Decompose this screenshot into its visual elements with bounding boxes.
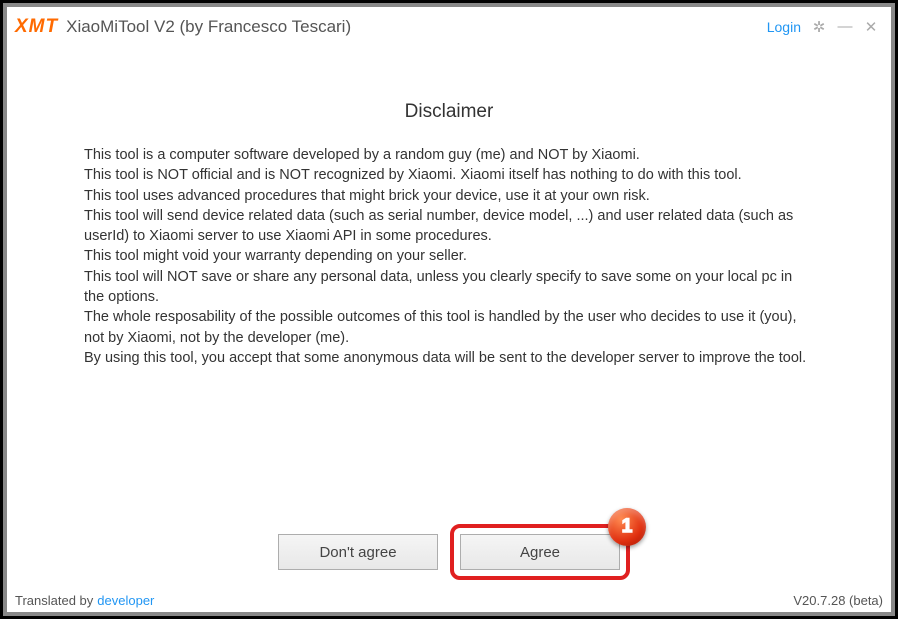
- disclaimer-body: This tool is a computer software develop…: [84, 145, 814, 368]
- app-logo: XMT: [15, 16, 58, 38]
- version-label: V20.7.28 (beta): [793, 593, 883, 608]
- window: XMT XiaoMiTool V2 (by Francesco Tescari)…: [7, 7, 891, 612]
- footer: Translated by developer V20.7.28 (beta): [15, 593, 883, 608]
- content-area: Disclaimer This tool is a computer softw…: [7, 47, 891, 612]
- agree-button[interactable]: Agree: [460, 534, 620, 570]
- login-link[interactable]: Login: [767, 19, 801, 35]
- app-title: XiaoMiTool V2 (by Francesco Tescari): [66, 17, 351, 37]
- translated-by-label: Translated by: [15, 593, 93, 608]
- annotation-badge: 1: [608, 508, 646, 546]
- dont-agree-button[interactable]: Don't agree: [278, 534, 438, 570]
- minimize-icon[interactable]: —: [837, 18, 853, 35]
- settings-icon[interactable]: ✲: [811, 18, 827, 36]
- close-icon[interactable]: ✕: [863, 18, 879, 36]
- dialog-heading: Disclaimer: [405, 101, 494, 123]
- window-frame: XMT XiaoMiTool V2 (by Francesco Tescari)…: [3, 3, 895, 616]
- developer-link[interactable]: developer: [97, 593, 154, 608]
- title-bar: XMT XiaoMiTool V2 (by Francesco Tescari)…: [7, 7, 891, 47]
- button-row: Don't agree Agree 1: [278, 534, 620, 570]
